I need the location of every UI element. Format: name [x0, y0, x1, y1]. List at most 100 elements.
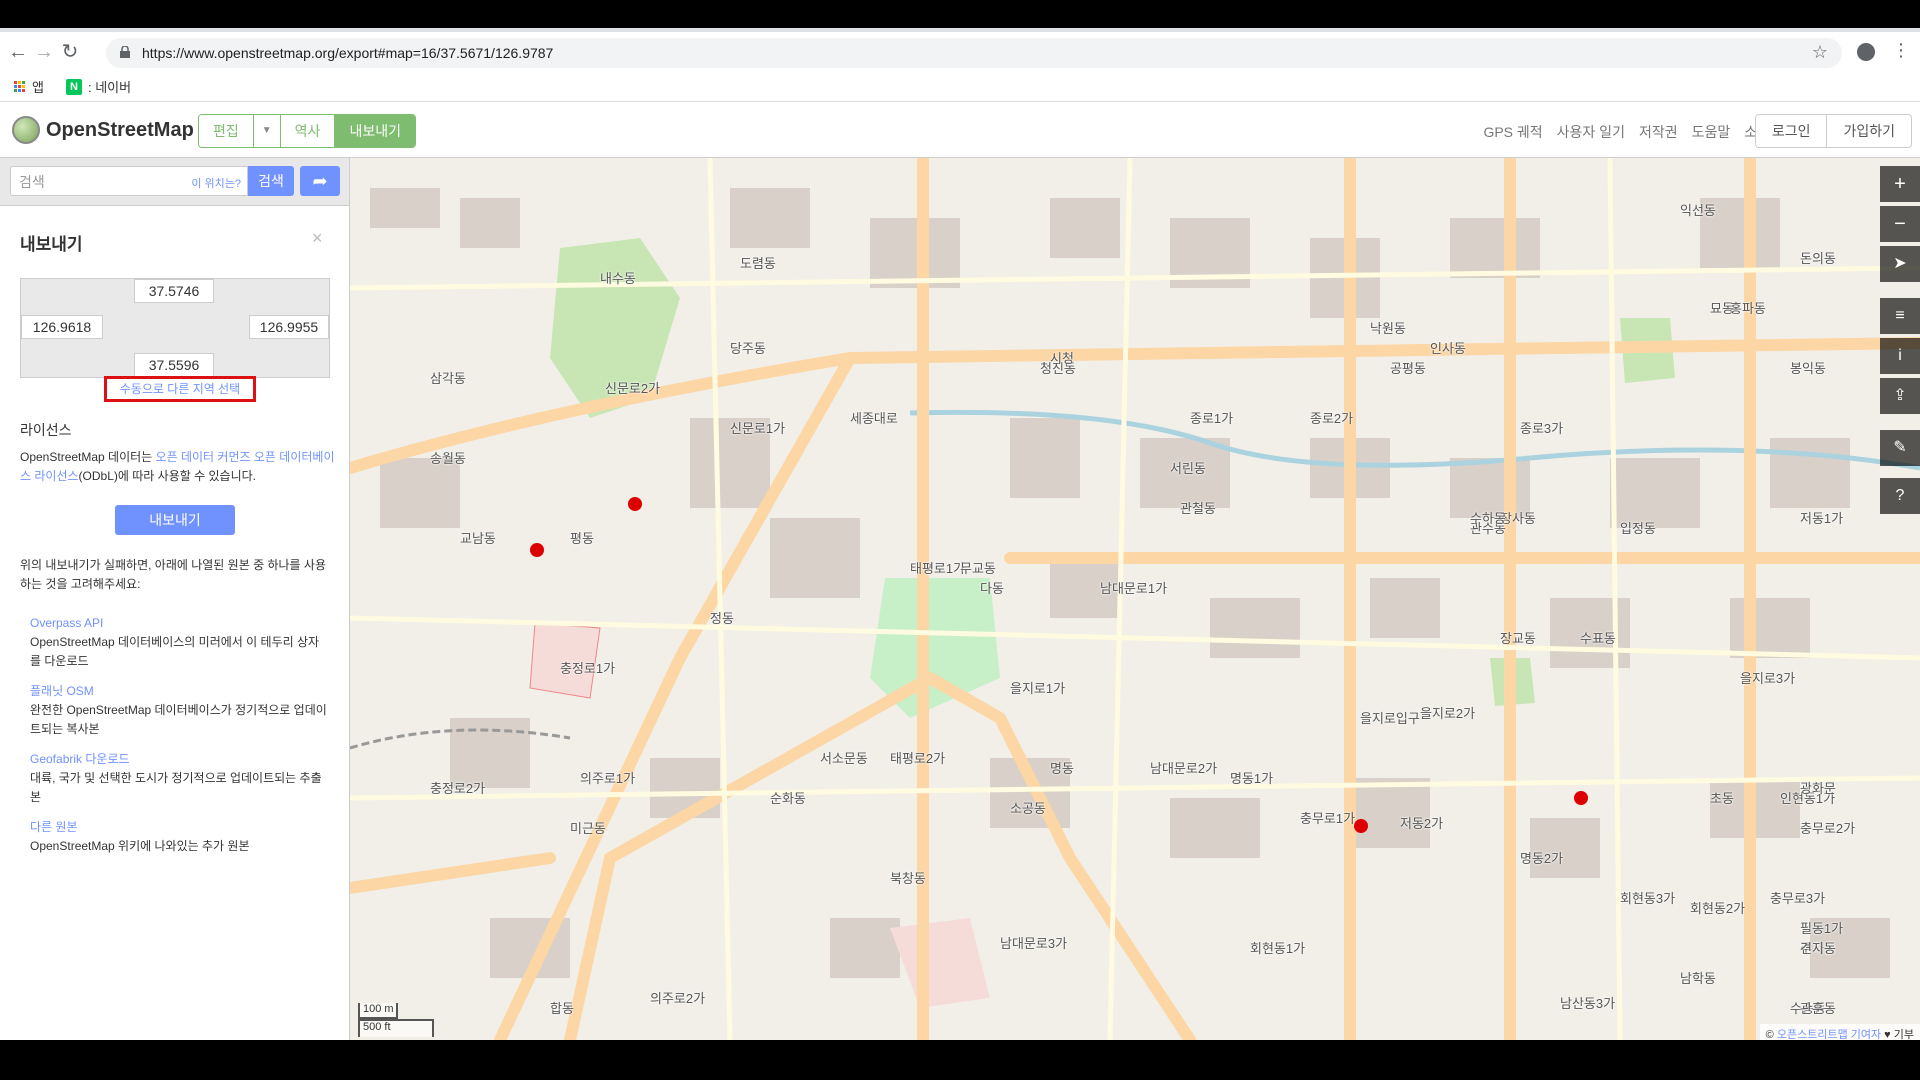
- zoom-in-button[interactable]: +: [1880, 166, 1920, 202]
- nav-help[interactable]: 도움말: [1692, 122, 1731, 142]
- forward-icon[interactable]: →: [32, 40, 56, 64]
- map-label: 을지로입구: [1360, 711, 1420, 726]
- bookmark-apps-label: 앱: [32, 80, 44, 95]
- map-label: 충정로1가: [560, 661, 616, 676]
- osm-header: OpenStreetMap 편집 ▼ 역사 내보내기 GPS 궤적 사용자 일기…: [0, 102, 1920, 158]
- geofabrik-desc: 대륙, 국가 및 선택한 도시가 정기적으로 업데이트되는 추출본: [30, 771, 322, 804]
- reload-icon[interactable]: ↻: [58, 40, 82, 64]
- lock-icon: [120, 46, 130, 58]
- other-sources-link[interactable]: 다른 원본: [30, 818, 330, 837]
- edit-dropdown-caret-icon[interactable]: ▼: [253, 115, 281, 147]
- bookmark-star-icon[interactable]: ☆: [1812, 42, 1828, 63]
- nav-copyright[interactable]: 저작권: [1639, 122, 1678, 142]
- map-label: 필동1가: [1800, 921, 1844, 936]
- license-post: (ODbL)에 따라 사용할 수 있습니다.: [78, 469, 256, 483]
- signup-button[interactable]: 가입하기: [1827, 115, 1911, 147]
- map-canvas[interactable]: 신문로2가 신문로1가 세종대로 청진동 종로1가 서린동 관철동 태평로1가 무교동 다동 남대문…: [350, 158, 1920, 1040]
- manual-select-link[interactable]: 수동으로 다른 지역 선택: [104, 376, 256, 402]
- map-label: 을지로2가: [1420, 706, 1476, 721]
- magnifier-logo-icon: [12, 116, 40, 144]
- map-label: 충무로2가: [1800, 821, 1856, 836]
- zoom-out-button[interactable]: −: [1880, 206, 1920, 242]
- map-label: 정동: [710, 611, 734, 626]
- map-label: 서린동: [1170, 461, 1206, 476]
- login-button[interactable]: 로그인: [1755, 115, 1828, 147]
- source-overpass: Overpass API OpenStreetMap 데이터베이스의 미러에서 …: [30, 614, 330, 671]
- bookmark-naver[interactable]: N : 네이버: [66, 77, 131, 96]
- map-label: 수하동: [1470, 511, 1506, 526]
- license-text: OpenStreetMap 데이터는 오픈 데이터 커먼즈 오픈 데이터베이스 …: [20, 448, 335, 486]
- export-button[interactable]: 내보내기: [115, 505, 235, 535]
- panel-title: 내보내기: [20, 235, 83, 254]
- map-label: 공평동: [1390, 361, 1426, 376]
- north-input[interactable]: 37.5746: [134, 279, 214, 303]
- export-tab-button[interactable]: 내보내기: [335, 115, 415, 147]
- share-icon[interactable]: ⇪: [1880, 378, 1920, 414]
- planet-link[interactable]: 플래닛 OSM: [30, 682, 330, 701]
- edit-button[interactable]: 편집: [199, 115, 254, 147]
- overpass-desc: OpenStreetMap 데이터베이스의 미러에서 이 테두리 상자를 다운로…: [30, 635, 320, 668]
- map-label: 저동1가: [1800, 511, 1844, 526]
- map-label: 홍파동: [1730, 301, 1766, 316]
- nav-user-diaries[interactable]: 사용자 일기: [1557, 122, 1625, 142]
- secondary-nav: GPS 궤적 사용자 일기 저작권 도움말 소개: [1483, 122, 1770, 142]
- menu-kebab-icon[interactable]: ⋮: [1892, 40, 1910, 61]
- map-label: 의주로2가: [650, 991, 706, 1006]
- nav-gps-traces[interactable]: GPS 궤적: [1483, 122, 1542, 142]
- source-geofabrik: Geofabrik 다운로드 대륙, 국가 및 선택한 도시가 정기적으로 업데…: [30, 750, 330, 807]
- directions-icon[interactable]: ➦: [300, 166, 340, 196]
- history-button[interactable]: 역사: [280, 115, 336, 147]
- map-label: 내수동: [600, 271, 636, 286]
- map-label: 순화동: [770, 791, 806, 806]
- west-input[interactable]: 126.9618: [21, 315, 103, 339]
- back-icon[interactable]: ←: [6, 40, 30, 64]
- license-heading: 라이선스: [20, 422, 72, 438]
- search-button[interactable]: 검색: [248, 166, 294, 196]
- address-row: ← → ↻ https://www.openstreetmap.org/expo…: [0, 35, 1920, 69]
- map-label: 평동: [570, 531, 594, 546]
- address-bar[interactable]: https://www.openstreetmap.org/export#map…: [106, 38, 1842, 68]
- geofabrik-link[interactable]: Geofabrik 다운로드: [30, 750, 330, 769]
- map-scale: 100 m 500 ft: [358, 1003, 434, 1039]
- map-label: 남대문로3가: [1000, 936, 1068, 951]
- close-icon[interactable]: ×: [312, 228, 323, 249]
- map-label: 봉익동: [1790, 361, 1826, 376]
- locate-icon[interactable]: ➤: [1880, 246, 1920, 282]
- layers-icon[interactable]: ≡: [1880, 298, 1920, 334]
- info-icon[interactable]: i: [1880, 338, 1920, 374]
- map-label: 회현동2가: [1690, 901, 1746, 916]
- search-input[interactable]: 검색 이 위치는?: [10, 166, 248, 196]
- naver-logo-icon: N: [66, 78, 82, 95]
- account-icon[interactable]: [1857, 43, 1875, 61]
- query-icon[interactable]: ?: [1880, 478, 1920, 514]
- bottom-bar: [0, 1040, 1920, 1080]
- url-text: https://www.openstreetmap.org/export#map…: [142, 45, 554, 61]
- where-is-this-link[interactable]: 이 위치는?: [191, 175, 241, 191]
- note-icon[interactable]: ✎: [1880, 430, 1920, 466]
- osm-logo[interactable]: OpenStreetMap: [12, 116, 194, 144]
- map-label: 종로1가: [1190, 411, 1234, 426]
- bounding-box-inputs: 37.5746 126.9618 126.9955 37.5596: [20, 278, 330, 378]
- bookmark-apps[interactable]: 앱: [14, 77, 44, 96]
- map-label: 태평로2가: [890, 751, 946, 766]
- south-input[interactable]: 37.5596: [134, 353, 214, 377]
- map-label: 충무로3가: [1770, 891, 1826, 906]
- scale-imperial: 500 ft: [358, 1019, 434, 1037]
- east-input[interactable]: 126.9955: [249, 315, 329, 339]
- map-label: 신문로1가: [730, 421, 786, 436]
- scale-metric: 100 m: [358, 1003, 398, 1019]
- map-tiles: [350, 158, 1920, 1040]
- overpass-link[interactable]: Overpass API: [30, 614, 330, 633]
- apps-grid-icon: [14, 80, 26, 93]
- map-label: 시청: [1050, 351, 1074, 366]
- map-label: 견지동: [1800, 941, 1836, 956]
- map-label: 다동: [980, 581, 1004, 596]
- map-label: 수표동: [1580, 631, 1616, 646]
- map-label: 태평로1가: [910, 561, 966, 576]
- map-label: 회현동3가: [1620, 891, 1676, 906]
- map-label: 낙원동: [1370, 321, 1406, 336]
- map-label: 삼각동: [430, 371, 466, 386]
- map-label: 의주로1가: [580, 771, 636, 786]
- map-label: 미근동: [570, 821, 606, 836]
- map-label: 합동: [550, 1001, 574, 1016]
